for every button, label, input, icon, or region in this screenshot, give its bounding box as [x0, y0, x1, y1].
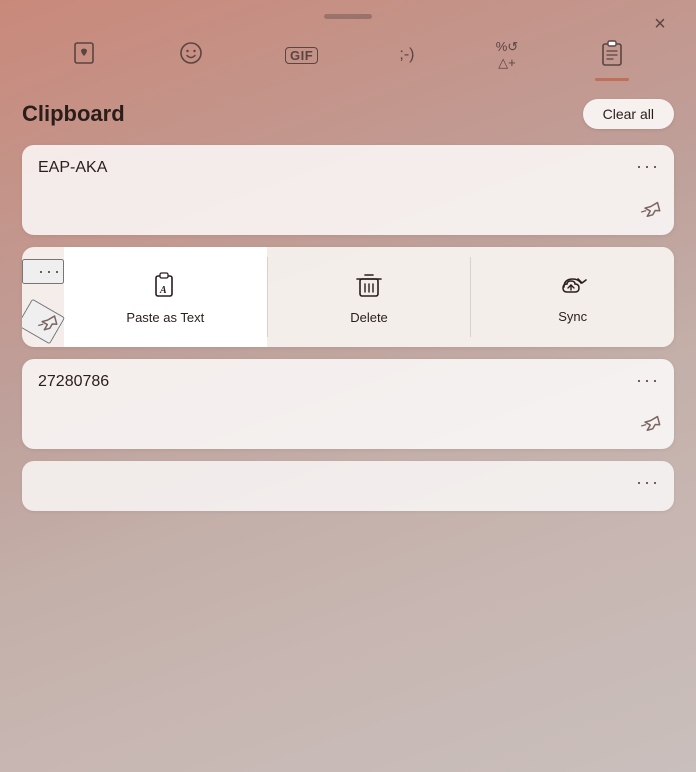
clipboard-item-2: ··· A	[22, 247, 674, 347]
clipboard-item-2-pin[interactable]	[22, 299, 65, 345]
sync-icon	[558, 271, 588, 303]
paste-as-text-icon: A	[150, 270, 180, 304]
delete-label: Delete	[350, 310, 388, 325]
clipboard-header: Clipboard Clear all	[22, 99, 674, 129]
close-button[interactable]: ×	[642, 6, 678, 42]
paste-as-text-button[interactable]: A Paste as Text	[64, 247, 267, 347]
favorites-icon	[71, 40, 97, 70]
symbols-icon: %↺△+	[496, 39, 518, 70]
gif-icon: GIF	[285, 47, 318, 64]
emoji-icon	[178, 40, 204, 70]
clipboard-item-4-more[interactable]: ···	[636, 473, 660, 491]
kaomoji-icon: ;-)	[399, 47, 414, 63]
paste-as-text-label: Paste as Text	[126, 310, 204, 325]
clear-all-button[interactable]: Clear all	[583, 99, 674, 129]
clipboard-item-2-more[interactable]: ···	[22, 259, 64, 284]
clipboard-icon	[599, 39, 625, 71]
clipboard-item-3-more[interactable]: ···	[636, 371, 660, 389]
clipboard-item-4-text	[38, 475, 658, 499]
tab-bar: GIF ;-) %↺△+	[0, 29, 696, 81]
clipboard-item-3: 27280786 ···	[22, 359, 674, 449]
clipboard-title: Clipboard	[22, 101, 125, 127]
delete-button[interactable]: Delete	[268, 247, 471, 347]
sync-label: Sync	[558, 309, 587, 324]
svg-text:A: A	[159, 285, 167, 296]
clipboard-item-1: EAP-AKA ···	[22, 145, 674, 235]
sync-button[interactable]: Sync	[471, 247, 674, 347]
clipboard-item-2-actions: A Paste as Text	[64, 247, 674, 347]
clipboard-panel: × GIF	[0, 0, 696, 772]
clipboard-item-1-more[interactable]: ···	[636, 157, 660, 175]
tab-favorites[interactable]	[61, 34, 107, 80]
tab-kaomoji[interactable]: ;-)	[389, 41, 424, 73]
tab-gif[interactable]: GIF	[275, 41, 328, 74]
tab-clipboard[interactable]	[589, 33, 635, 81]
tab-symbols[interactable]: %↺△+	[486, 33, 528, 80]
delete-icon	[355, 270, 383, 304]
clipboard-item-3-text: 27280786	[38, 373, 658, 437]
clipboard-item-4: ···	[22, 461, 674, 511]
clipboard-item-1-text: EAP-AKA	[38, 159, 658, 223]
clipboard-content: Clipboard Clear all EAP-AKA ··· ···	[0, 85, 696, 772]
clipboard-item-2-controls: ···	[22, 247, 64, 347]
drag-handle[interactable]	[324, 14, 372, 19]
tab-emoji[interactable]	[168, 34, 214, 80]
